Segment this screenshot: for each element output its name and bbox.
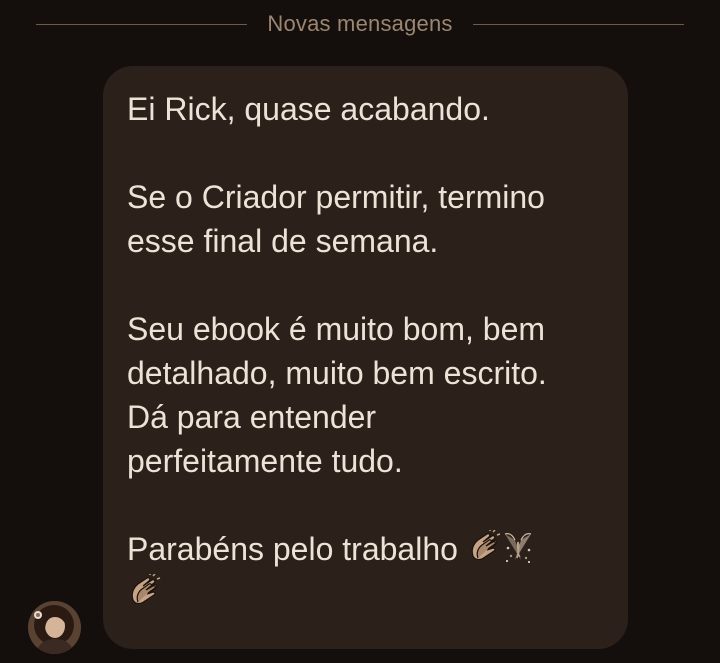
avatar-photo bbox=[28, 601, 81, 654]
divider-line-right bbox=[472, 23, 684, 25]
message-paragraph: Ei Rick, quase acabando. bbox=[127, 87, 606, 131]
message-line: Seu ebook é muito bom, bem bbox=[127, 311, 546, 347]
clapping-hands-icon bbox=[131, 574, 161, 605]
message-line: Se o Criador permitir, termino bbox=[127, 179, 545, 215]
message-line: perfeitamente tudo. bbox=[127, 443, 403, 479]
message-line: Ei Rick, quase acabando. bbox=[127, 91, 490, 127]
message-line: esse final de semana. bbox=[127, 223, 439, 259]
new-messages-divider: Novas mensagens bbox=[36, 6, 684, 42]
party-popper-icon bbox=[504, 533, 531, 563]
message-bubble[interactable]: Ei Rick, quase acabando. Se o Criador pe… bbox=[103, 66, 628, 649]
message-paragraph: Parabéns pelo trabalho bbox=[127, 527, 606, 615]
message-line: Parabéns pelo trabalho bbox=[127, 531, 458, 567]
chat-screen: Novas mensagens Ei Rick, quase acabando.… bbox=[0, 0, 720, 663]
clapping-hands-icon bbox=[471, 530, 501, 561]
sender-avatar[interactable] bbox=[28, 601, 81, 654]
new-messages-label: Novas mensagens bbox=[267, 11, 453, 36]
message-paragraph: Se o Criador permitir, termino esse fina… bbox=[127, 175, 606, 263]
message-line: Dá para entender bbox=[127, 399, 377, 435]
divider-line-left bbox=[36, 23, 248, 25]
message-paragraph: Seu ebook é muito bom, bem detalhado, mu… bbox=[127, 307, 606, 483]
message-line: detalhado, muito bem escrito. bbox=[127, 355, 547, 391]
